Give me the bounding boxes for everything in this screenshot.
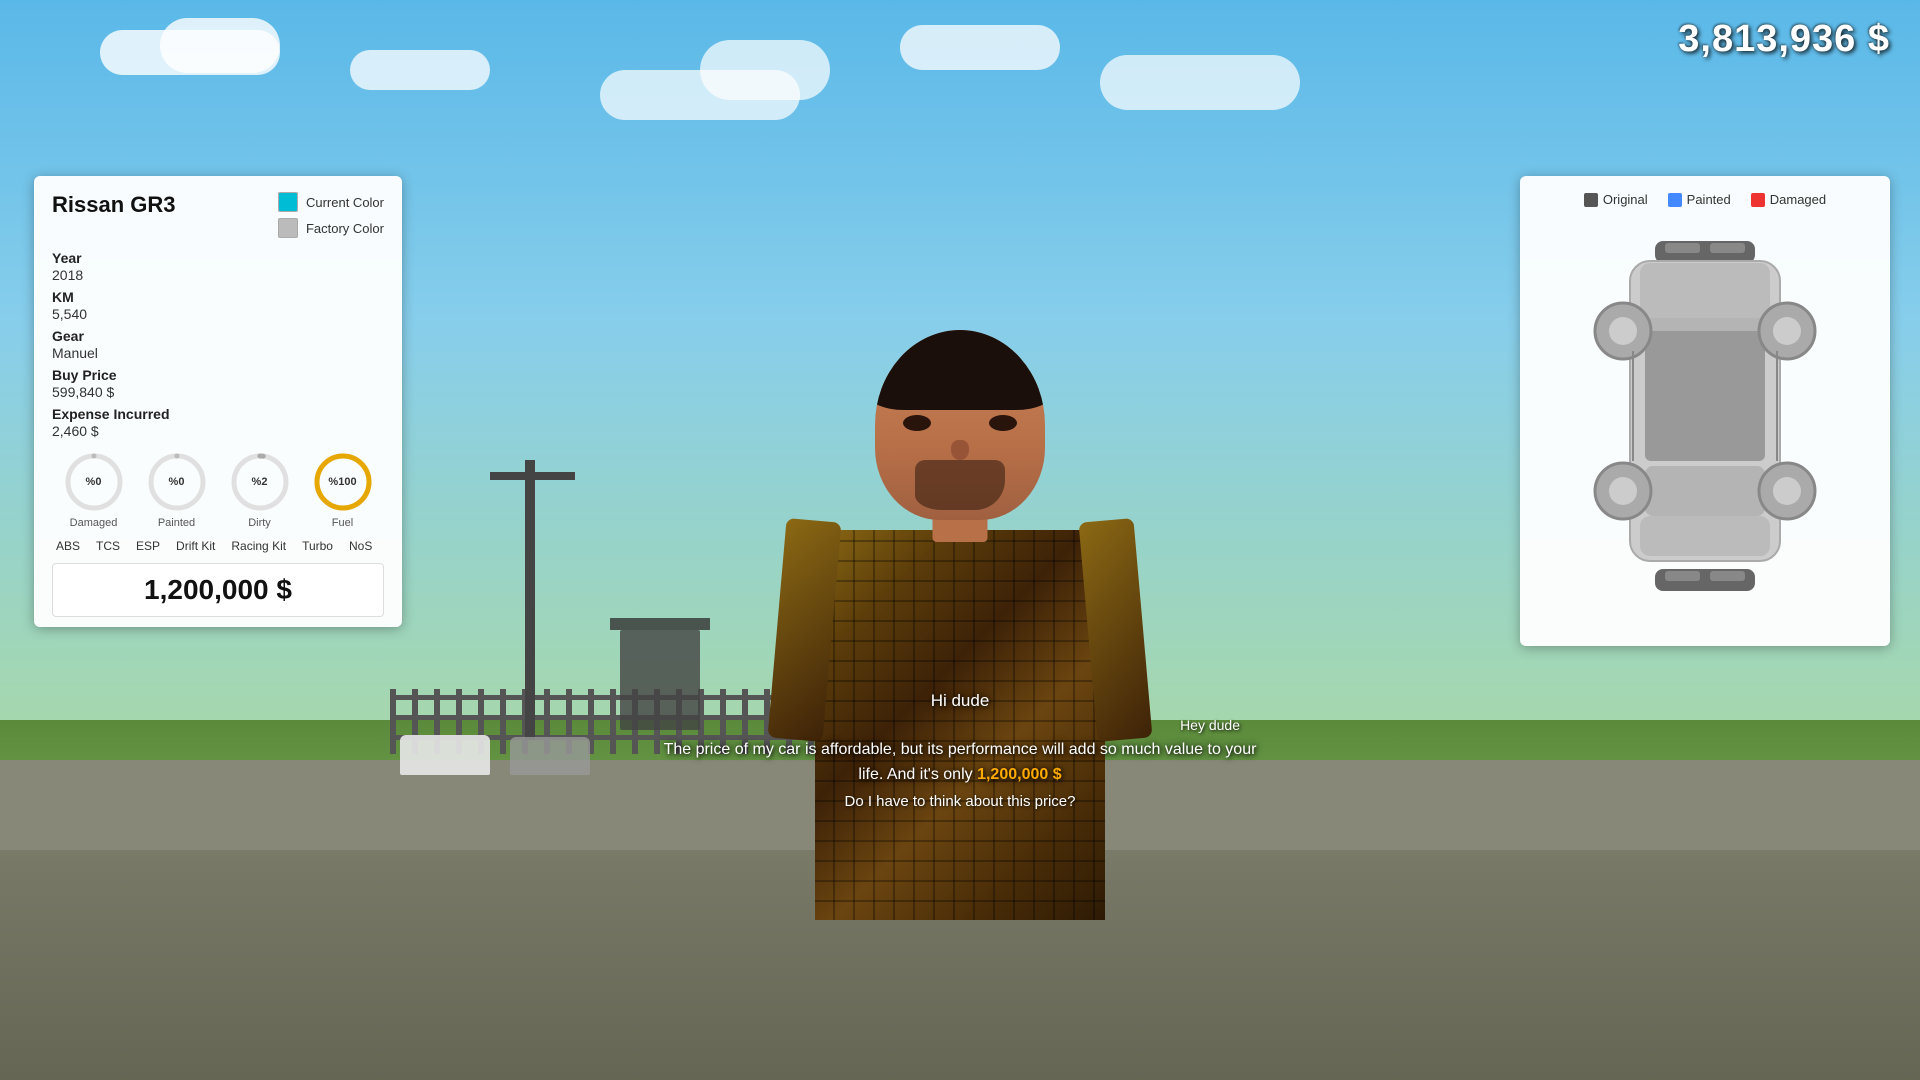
panel-header: Rissan GR3 Current Color Factory Color [52,192,384,238]
buy-price-value: 599,840 $ [52,384,384,400]
mod-drift: Drift Kit [172,537,219,555]
chat-question: Do I have to think about this price? [660,793,1260,810]
char-eye-left [903,415,931,431]
legend-dot-damaged [1751,193,1765,207]
year-value: 2018 [52,267,384,283]
power-pole [525,460,535,740]
km-section: KM 5,540 [52,289,384,322]
legend-original: Original [1584,192,1648,207]
gauge-painted: %0 Painted [146,451,208,529]
factory-color-row: Factory Color [278,218,384,238]
bus-shelter-roof [610,618,710,630]
gauge-fuel: %100 Fuel [312,451,374,529]
bg-car-1 [400,735,490,775]
gauge-text-damaged: %0 [86,476,102,488]
car-info-panel: Rissan GR3 Current Color Factory Color Y… [34,176,402,627]
mod-racing: Racing Kit [227,537,290,555]
gauge-label-dirty: Dirty [248,517,271,529]
cloud-5 [700,40,830,100]
expense-value: 2,460 $ [52,423,384,439]
legend-label-painted: Painted [1687,192,1731,207]
expense-label: Expense Incurred [52,406,384,422]
mods-row: ABS TCS ESP Drift Kit Racing Kit Turbo N… [52,537,384,555]
factory-color-label: Factory Color [306,221,384,236]
power-pole-crossbar [490,472,575,480]
legend-damaged: Damaged [1751,192,1826,207]
gauge-text-painted: %0 [169,476,185,488]
diagram-legend: Original Painted Damaged [1536,192,1874,207]
mod-nos: NoS [345,537,376,555]
factory-color-swatch [278,218,298,238]
km-label: KM [52,289,384,305]
legend-dot-painted [1668,193,1682,207]
gauge-damaged: %0 Damaged [63,451,125,529]
cloud-3 [350,50,490,90]
gauges-row: %0 Damaged %0 Painted %2 [52,451,384,529]
gauge-dirty: %2 Dirty [229,451,291,529]
legend-label-damaged: Damaged [1770,192,1826,207]
current-color-swatch [278,192,298,212]
legend-painted: Painted [1668,192,1731,207]
bg-car-2 [510,737,590,775]
year-section: Year 2018 [52,250,384,283]
legend-label-original: Original [1603,192,1648,207]
chat-speaker: Hey dude [660,717,1240,733]
chat-main: The price of my car is affordable, but i… [660,737,1260,788]
gauge-text-dirty: %2 [252,476,268,488]
mod-tcs: TCS [92,537,124,555]
buy-price-label: Buy Price [52,367,384,383]
cloud-6 [900,25,1060,70]
chat-overlay: Hi dude Hey dude The price of my car is … [660,691,1260,810]
gauge-label-fuel: Fuel [332,517,353,529]
year-label: Year [52,250,384,266]
cloud-7 [1100,55,1300,110]
char-hair [875,330,1045,410]
cloud-2 [160,18,280,73]
km-value: 5,540 [52,306,384,322]
mod-abs: ABS [52,537,84,555]
current-color-label: Current Color [306,195,384,210]
gauge-text-fuel: %100 [328,476,356,488]
current-color-row: Current Color [278,192,384,212]
char-eye-right [989,415,1017,431]
car-diagram-svg [1536,221,1874,621]
legend-dot-original [1584,193,1598,207]
sell-price-display: 1,200,000 $ [52,563,384,617]
mod-esp: ESP [132,537,164,555]
char-head [875,330,1045,520]
money-display: 3,813,936 $ [1678,18,1890,61]
expense-section: Expense Incurred 2,460 $ [52,406,384,439]
char-beard [915,460,1005,510]
gear-value: Manuel [52,345,384,361]
gauge-circle-fuel: %100 [312,451,374,513]
mod-turbo: Turbo [298,537,337,555]
character [795,420,1125,920]
gauge-circle-painted: %0 [146,451,208,513]
car-diagram-panel: Original Painted Damaged [1520,176,1890,646]
gauge-label-damaged: Damaged [70,517,118,529]
chat-greeting: Hi dude [660,691,1260,711]
car-name: Rissan GR3 [52,192,176,218]
gauge-label-painted: Painted [158,517,195,529]
gauge-circle-dirty: %2 [229,451,291,513]
gear-section: Gear Manuel [52,328,384,361]
buy-price-section: Buy Price 599,840 $ [52,367,384,400]
gear-label: Gear [52,328,384,344]
color-indicators: Current Color Factory Color [278,192,384,238]
chat-main-text: The price of my car is affordable, but i… [664,741,1257,784]
chat-price-highlight: 1,200,000 $ [977,766,1062,783]
gauge-circle-damaged: %0 [63,451,125,513]
char-nose [951,440,969,460]
